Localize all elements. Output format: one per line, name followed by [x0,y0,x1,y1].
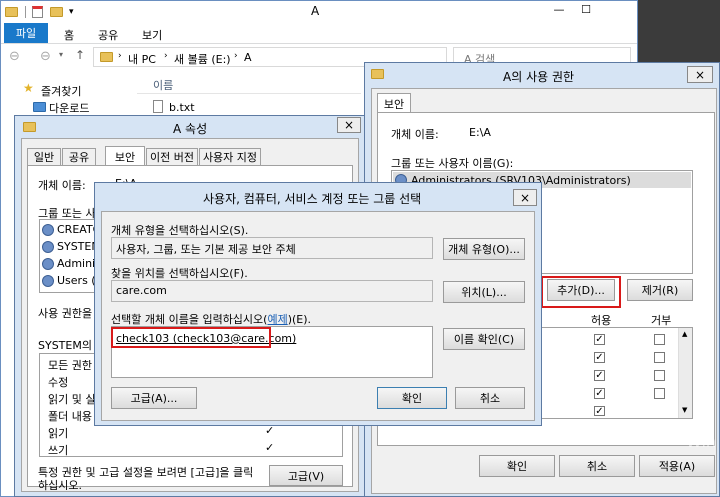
tab-sharing[interactable]: 공유 [62,148,96,165]
object-type-label: 개체 유형을 선택하십시오(S). [111,224,249,237]
locations-button[interactable]: 위치(L)... [443,281,525,303]
star-icon: ★ [23,81,34,95]
ribbon-tab-share[interactable]: 공유 [98,27,118,43]
properties-icon[interactable] [32,6,43,18]
select-dialog-title: 사용자, 컴퓨터, 서비스 계정 또는 그룹 선택 [203,192,422,206]
minimize-button[interactable]: — [546,3,572,19]
deny-checkbox[interactable] [654,388,665,399]
new-folder-icon[interactable] [49,7,63,17]
names-input-highlight [111,327,271,348]
deny-checkbox[interactable] [654,370,665,381]
deny-checkbox[interactable] [654,334,665,345]
deny-header: 거부 [651,314,672,327]
tab-general[interactable]: 일반 [27,148,61,165]
breadcrumb-volume[interactable]: 새 볼륨 (E:) [174,51,231,67]
object-name-value: E:\A [469,126,491,139]
scrollbar[interactable]: ▲ ▼ [678,328,692,418]
tab-customize[interactable]: 사용자 지정 [199,148,261,165]
cancel-button[interactable]: 취소 [455,387,525,409]
up-icon[interactable]: ↑ [75,48,85,62]
group-label: 그룹 또는 사용자 이름(G): [391,157,514,170]
allow-checkbox[interactable]: ✓ [594,370,605,381]
object-types-button[interactable]: 개체 유형(O)... [443,238,525,260]
apply-button[interactable]: 적용(A) [639,455,715,477]
user-group-icon [42,241,54,253]
explorer-title: A [311,4,320,18]
scroll-up-icon[interactable]: ▲ [682,330,687,338]
ribbon-tabs: 파일 홈 공유 보기 [1,23,637,44]
ribbon-tab-file[interactable]: 파일 [4,23,48,43]
enter-names-label: 선택할 개체 이름을 입력하십시오(예제)(E). [111,313,312,326]
permissions-title: A의 사용 권한 [503,70,575,84]
close-button[interactable]: × [687,66,713,83]
folder-icon [23,122,36,132]
remove-button[interactable]: 제거(R) [627,279,693,301]
list-item[interactable]: Adminis [42,257,101,270]
deny-checkbox[interactable] [654,352,665,363]
select-users-dialog: 사용자, 컴퓨터, 서비스 계정 또는 그룹 선택 × 개체 유형을 선택하십시… [94,182,542,426]
nav-downloads[interactable]: 다운로드 [49,100,89,116]
location-label: 찾을 위치를 선택하십시오(F). [111,267,248,280]
user-group-icon [42,275,54,287]
tab-security[interactable]: 보안 [105,146,145,166]
properties-title: A 속성 [173,122,208,136]
allow-checkbox[interactable]: ✓ [594,334,605,345]
select-dialog-titlebar: 사용자, 컴퓨터, 서비스 계정 또는 그룹 선택 × [95,183,541,211]
list-item[interactable]: SYSTEM [42,240,101,253]
allow-checkbox[interactable]: ✓ [594,352,605,363]
ok-button[interactable]: 확인 [479,455,555,477]
add-button[interactable]: 추가(D)... [547,279,615,301]
advanced-hint-2: 하십시오. [38,479,82,492]
object-name-label: 개체 이름: [391,128,439,141]
back-icon[interactable]: ⊖ [9,49,20,64]
list-item[interactable]: CREATO [42,223,101,236]
close-button[interactable]: × [337,117,361,133]
tab-previous-versions[interactable]: 이전 버전 [146,148,198,165]
explorer-titlebar: ▾ A — ☐ [1,1,637,23]
perm-row: 쓰기 ✓ [48,441,275,457]
allow-header: 허용 [591,314,612,327]
ribbon-tab-home[interactable]: 홈 [64,27,74,43]
change-perm-label: 사용 권한을 [38,307,93,320]
column-header-name[interactable]: 이름 [137,72,361,94]
breadcrumb-a[interactable]: A [244,51,252,64]
object-name-label: 개체 이름: [38,179,86,192]
ribbon-tab-view[interactable]: 보기 [142,27,162,43]
location-field: care.com [111,280,433,302]
user-group-icon [42,224,54,236]
properties-titlebar: A 속성 × [15,116,365,138]
ok-button[interactable]: 확인 [377,387,447,409]
forward-icon[interactable]: ⊖ [40,49,51,64]
breadcrumb-pc[interactable]: 내 PC [128,51,156,67]
perm-row: 읽기 ✓ [48,424,275,440]
text-file-icon [153,100,163,113]
advanced-button[interactable]: 고급(A)... [111,387,197,409]
recent-dropdown-icon[interactable]: ▾ [59,50,63,59]
advanced-button[interactable]: 고급(V) [269,465,343,486]
permissions-titlebar: A의 사용 권한 × [365,63,719,87]
cancel-button[interactable]: 취소 [559,455,635,477]
qat-icons: ▾ [5,5,74,18]
maximize-button[interactable]: ☐ [573,3,599,19]
tab-security[interactable]: 보안 [377,93,411,113]
activation-watermark: Win [686,432,717,451]
folder-icon [100,52,113,62]
check-names-button[interactable]: 이름 확인(C) [443,328,525,350]
scroll-down-icon[interactable]: ▼ [682,406,687,414]
examples-link[interactable]: 예제 [267,313,287,326]
object-type-field: 사용자, 그룹, 또는 기본 제공 보안 주체 [111,237,433,259]
folder-icon [371,69,384,79]
nav-favorites[interactable]: 즐겨찾기 [41,83,81,99]
downloads-folder-icon [33,102,46,112]
allow-checkbox[interactable]: ✓ [594,406,605,417]
folder-icon [5,7,18,17]
user-group-icon [42,258,54,270]
allow-checkbox[interactable]: ✓ [594,388,605,399]
close-button[interactable]: × [513,189,537,206]
qat-dropdown-icon[interactable]: ▾ [69,7,74,17]
